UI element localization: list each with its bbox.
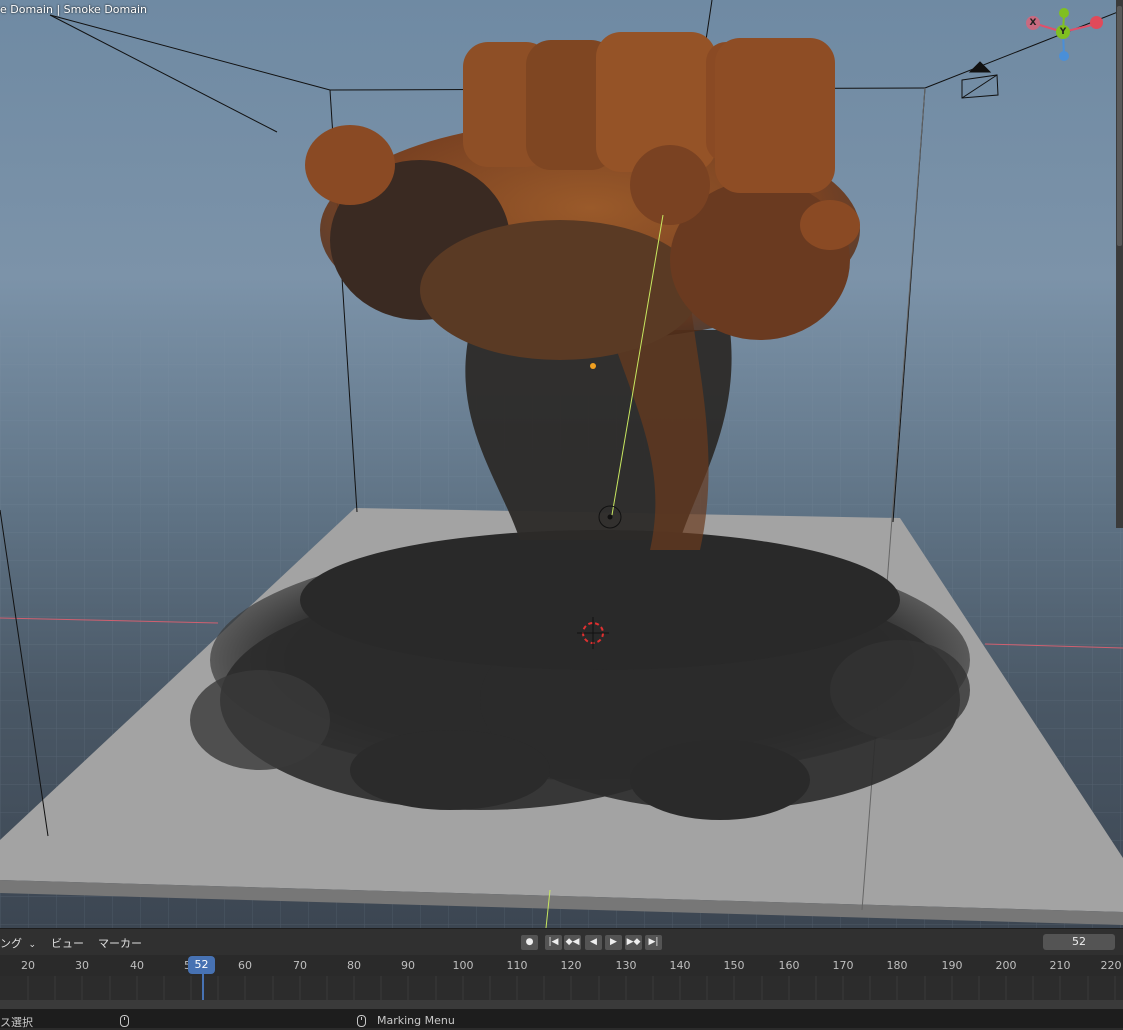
next-keyframe-icon: ▶◆: [626, 937, 641, 947]
current-frame-field[interactable]: 52: [1043, 934, 1115, 950]
gizmo-y[interactable]: Y: [1056, 25, 1070, 39]
origin-dot: [590, 363, 596, 369]
chevron-down-icon: ⌄: [28, 940, 37, 950]
ruler-tick: 30: [75, 959, 89, 972]
ruler-tick: 70: [293, 959, 307, 972]
prev-keyframe-icon: ◆◀: [565, 937, 580, 947]
jump-end-icon: ▶|: [648, 937, 659, 947]
navigation-gizmo[interactable]: X Y: [1020, 5, 1120, 65]
gizmo-lines: [1032, 14, 1097, 56]
gizmo-z-neg[interactable]: [1059, 51, 1069, 61]
jump-end-button[interactable]: ▶|: [645, 935, 662, 950]
gizmo-x-pos[interactable]: [1090, 16, 1103, 29]
next-keyframe-button[interactable]: ▶◆: [625, 935, 642, 950]
ruler-tick: 130: [615, 959, 637, 972]
status-bar: ス選択 Marking Menu: [0, 1009, 1123, 1029]
playback-mode-label: ング: [0, 937, 22, 950]
ruler-tick: 20: [21, 959, 35, 972]
jump-start-button[interactable]: |◀: [545, 935, 562, 950]
ruler-tick: 190: [941, 959, 963, 972]
record-button[interactable]: ●: [521, 935, 538, 950]
timeline-scrollbar[interactable]: [0, 1000, 1123, 1009]
gizmo-y-top[interactable]: [1059, 8, 1069, 18]
ruler-tick: 140: [669, 959, 691, 972]
marker-menu[interactable]: マーカー: [98, 935, 142, 951]
prev-keyframe-button[interactable]: ◆◀: [564, 935, 581, 950]
mushroom-cloud: [305, 32, 860, 360]
play-reverse-icon: ◀: [590, 937, 597, 947]
ruler-tick: 160: [778, 959, 800, 972]
ruler-tick: 60: [238, 959, 252, 972]
3d-viewport[interactable]: e Domain | Smoke Domain X Y: [0, 0, 1123, 928]
playhead-line[interactable]: [202, 974, 204, 1000]
scrollbar-thumb[interactable]: [1117, 6, 1122, 246]
track-grid: [27, 976, 1116, 1000]
record-icon: ●: [525, 937, 534, 947]
camera-object: [961, 61, 999, 99]
play-reverse-button[interactable]: ◀: [585, 935, 602, 950]
ruler-tick: 170: [832, 959, 854, 972]
mouse-middle-icon: [120, 1014, 129, 1027]
mouse-right-icon: [357, 1014, 366, 1027]
gizmo-x-neg[interactable]: X: [1026, 16, 1040, 30]
ruler-tick: 220: [1100, 959, 1122, 972]
timeline-header: ング ⌄ ビュー マーカー ● |◀ ◆◀ ◀ ▶ ▶◆ ▶| 52: [0, 928, 1123, 956]
ruler-tick: 150: [723, 959, 745, 972]
ruler-tick: 90: [401, 959, 415, 972]
ruler-tick: 80: [347, 959, 361, 972]
viewport-scrollbar[interactable]: [1116, 0, 1123, 528]
status-marking-menu: Marking Menu: [377, 1014, 455, 1027]
ruler-tick: 180: [886, 959, 908, 972]
timeline-track[interactable]: [0, 976, 1123, 1000]
active-object-label: e Domain | Smoke Domain: [0, 3, 148, 16]
jump-start-icon: |◀: [548, 937, 559, 947]
playhead-badge[interactable]: 52: [188, 956, 215, 974]
ruler-tick: 210: [1049, 959, 1071, 972]
viewport-scene: [0, 0, 1123, 928]
ruler-tick: 110: [506, 959, 528, 972]
play-icon: ▶: [610, 937, 617, 947]
ruler-tick: 200: [995, 959, 1017, 972]
playback-mode-menu[interactable]: ング ⌄: [0, 935, 36, 951]
ruler-tick: 100: [452, 959, 474, 972]
play-button[interactable]: ▶: [605, 935, 622, 950]
timeline-ruler[interactable]: 20 30 40 50 60 70 80 90 100 110 120 130 …: [0, 955, 1123, 976]
ruler-tick: 40: [130, 959, 144, 972]
ruler-tick: 120: [560, 959, 582, 972]
view-menu[interactable]: ビュー: [51, 935, 84, 951]
